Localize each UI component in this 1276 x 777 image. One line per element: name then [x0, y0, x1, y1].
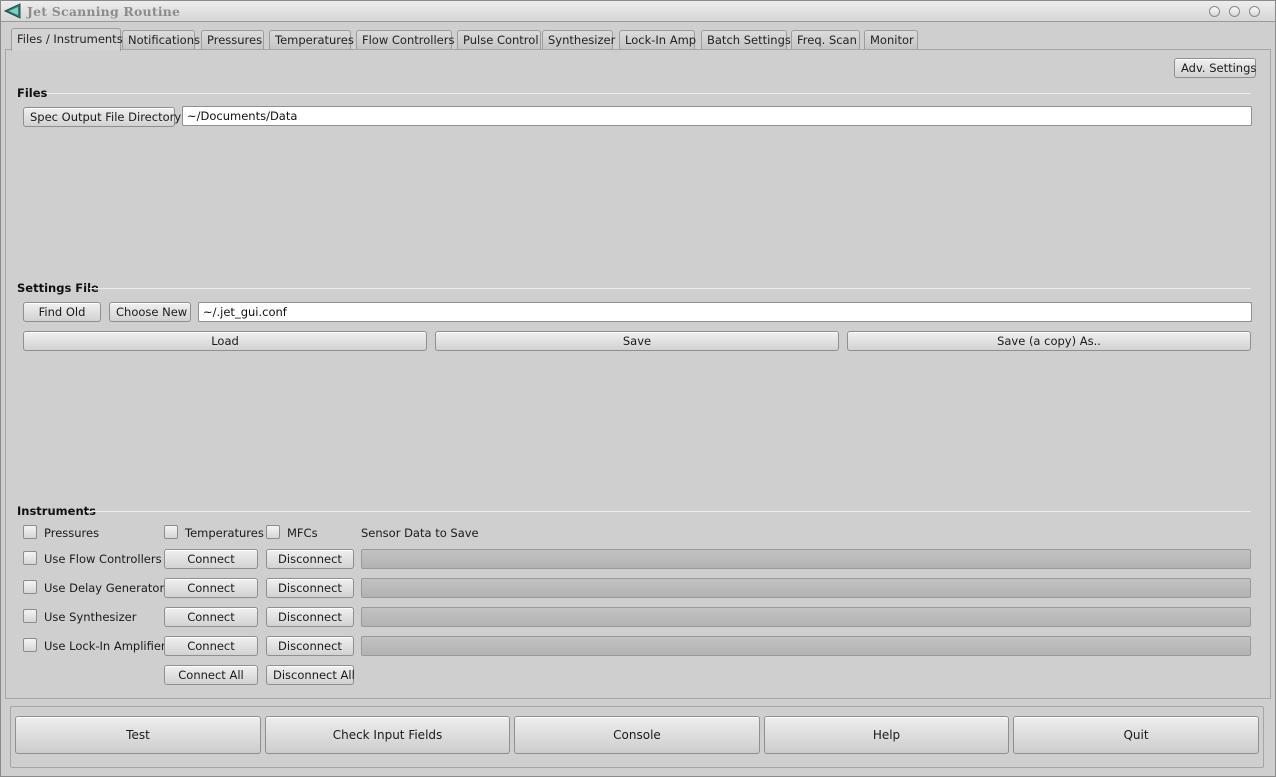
tab-pressures[interactable]: Pressures	[201, 30, 264, 50]
tab-pulse-control[interactable]: Pulse Control	[457, 30, 541, 50]
tab-lock-in-amp[interactable]: Lock-In Amp	[619, 30, 696, 50]
use-flow-controllers-label: Use Flow Controllers	[44, 552, 162, 566]
temperatures-checkbox[interactable]	[164, 525, 178, 539]
synthesizer-status-box	[361, 607, 1251, 627]
use-delay-generator-checkbox[interactable]	[23, 580, 37, 594]
quit-button[interactable]: Quit	[1013, 716, 1259, 754]
use-lock-in-amplifier-label: Use Lock-In Amplifier	[44, 639, 166, 653]
tab-freq-scan[interactable]: Freq. Scan	[791, 30, 860, 50]
use-lock-in-amplifier-checkbox[interactable]	[23, 638, 37, 652]
pressures-checkbox[interactable]	[23, 525, 37, 539]
flow-controllers-status-box	[361, 549, 1251, 569]
check-input-fields-button[interactable]: Check Input Fields	[265, 716, 510, 754]
lock-in-amplifier-status-box	[361, 636, 1251, 656]
settings-file-path-field[interactable]: ~/.jet_gui.conf	[198, 302, 1252, 322]
synthesizer-connect-button[interactable]: Connect	[164, 607, 258, 627]
connect-all-button[interactable]: Connect All	[164, 665, 258, 685]
flow-controllers-connect-button[interactable]: Connect	[164, 549, 258, 569]
files-divider	[46, 93, 1251, 94]
load-button[interactable]: Load	[23, 331, 427, 351]
adv-settings-button[interactable]: Adv. Settings	[1174, 58, 1256, 78]
use-synthesizer-label: Use Synthesizer	[44, 610, 137, 624]
lock-in-amplifier-disconnect-button[interactable]: Disconnect	[266, 636, 354, 656]
tab-batch-settings[interactable]: Batch Settings	[701, 30, 791, 50]
minimize-button[interactable]	[1209, 6, 1220, 17]
tab-flow-controllers[interactable]: Flow Controllers	[356, 30, 454, 50]
console-button[interactable]: Console	[514, 716, 760, 754]
app-icon	[4, 3, 21, 19]
tab-files-instruments[interactable]: Files / Instruments	[11, 28, 123, 51]
lock-in-amplifier-connect-button[interactable]: Connect	[164, 636, 258, 656]
disconnect-all-button[interactable]: Disconnect All	[266, 665, 355, 685]
use-synthesizer-checkbox[interactable]	[23, 609, 37, 623]
maximize-button[interactable]	[1229, 6, 1240, 17]
instruments-section-label: Instruments	[17, 504, 96, 518]
find-old-button[interactable]: Find Old	[23, 302, 101, 322]
delay-generator-connect-button[interactable]: Connect	[164, 578, 258, 598]
flow-controllers-disconnect-button[interactable]: Disconnect	[266, 549, 354, 569]
use-delay-generator-label: Use Delay Generator	[44, 581, 165, 595]
tab-notifications[interactable]: Notifications	[122, 30, 200, 50]
choose-new-button[interactable]: Choose New	[109, 302, 191, 322]
mfcs-checkbox[interactable]	[266, 525, 280, 539]
tab-monitor[interactable]: Monitor	[864, 30, 918, 50]
save-button[interactable]: Save	[435, 331, 839, 351]
temperatures-checkbox-label: Temperatures	[185, 526, 264, 540]
window-title: Jet Scanning Routine	[27, 4, 181, 19]
files-section-label: Files	[17, 86, 48, 100]
synthesizer-disconnect-button[interactable]: Disconnect	[266, 607, 354, 627]
tab-panel	[5, 49, 1271, 699]
title-bar[interactable]: Jet Scanning Routine	[1, 1, 1275, 22]
spec-output-dir-button[interactable]: Spec Output File Directory	[23, 107, 181, 127]
settings-file-section-label: Settings File	[17, 281, 99, 295]
pressures-checkbox-label: Pressures	[44, 526, 100, 540]
test-button[interactable]: Test	[15, 716, 261, 754]
main-window: Jet Scanning Routine Files / Instruments…	[0, 0, 1276, 777]
use-flow-controllers-checkbox[interactable]	[23, 551, 37, 565]
sensor-data-label: Sensor Data to Save	[361, 526, 479, 540]
settings-file-divider	[89, 288, 1251, 289]
help-button[interactable]: Help	[764, 716, 1009, 754]
instruments-divider	[86, 511, 1251, 512]
save-copy-as-button[interactable]: Save (a copy) As..	[847, 331, 1251, 351]
delay-generator-disconnect-button[interactable]: Disconnect	[266, 578, 354, 598]
close-button[interactable]	[1249, 6, 1260, 17]
delay-generator-status-box	[361, 578, 1251, 598]
mfcs-checkbox-label: MFCs	[287, 526, 318, 540]
tab-synthesizer[interactable]: Synthesizer	[542, 30, 615, 50]
tab-temperatures[interactable]: Temperatures	[269, 30, 354, 50]
output-dir-field[interactable]: ~/Documents/Data	[182, 106, 1252, 126]
